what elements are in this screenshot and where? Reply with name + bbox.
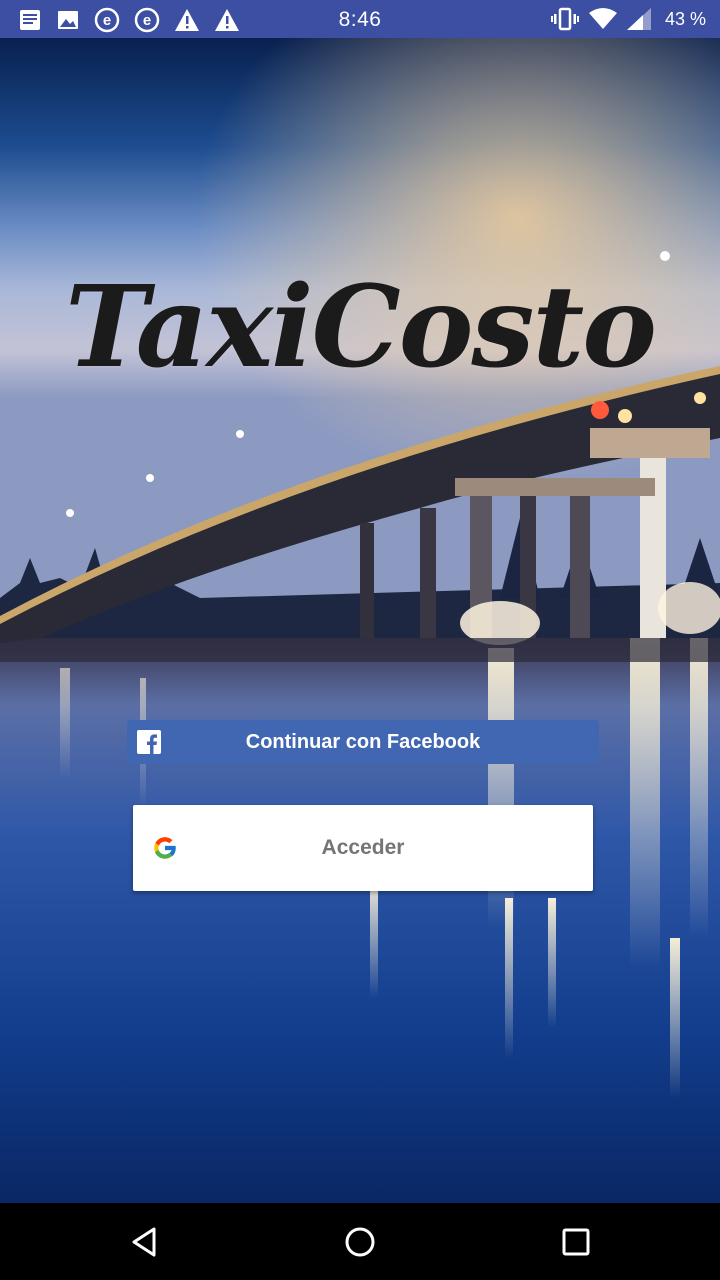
facebook-button-label: Continuar con Facebook xyxy=(245,730,481,753)
google-button-label: Acceder xyxy=(321,836,405,859)
wifi-icon xyxy=(588,8,617,29)
background-image xyxy=(0,38,720,1203)
google-icon xyxy=(154,837,177,859)
vibrate-icon xyxy=(550,7,579,31)
battery-level: 43 % xyxy=(664,8,706,29)
app-logo: TaxiCosto xyxy=(65,262,657,393)
navigation-bar xyxy=(0,1203,720,1280)
status-bar: e e 8:46 43 % xyxy=(0,0,720,38)
system-icons: 43 % xyxy=(550,7,706,31)
signal-icon xyxy=(626,8,651,30)
google-signin-button[interactable]: Acceder xyxy=(133,805,593,891)
facebook-login-button[interactable]: Continuar con Facebook xyxy=(127,720,599,764)
facebook-icon xyxy=(137,730,161,754)
home-icon[interactable] xyxy=(343,1225,377,1259)
recents-icon[interactable] xyxy=(559,1225,593,1259)
back-icon[interactable] xyxy=(128,1225,162,1259)
